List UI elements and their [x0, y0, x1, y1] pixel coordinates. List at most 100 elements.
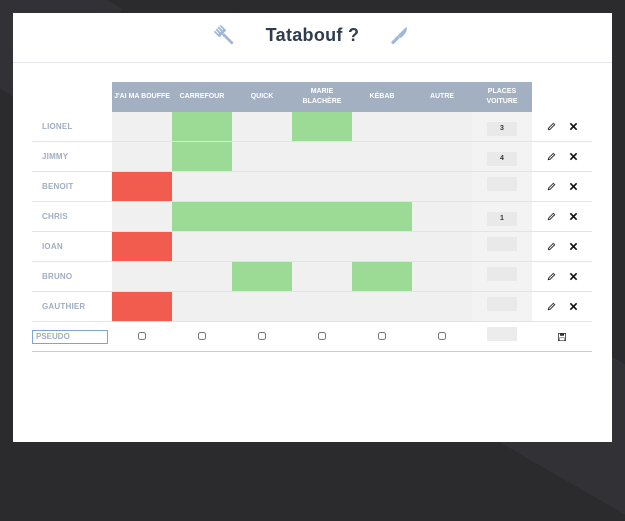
cell-marie-blachere[interactable]	[292, 201, 352, 232]
cell-carrefour[interactable]	[172, 261, 232, 292]
table-row: JIMMY 4	[32, 141, 592, 172]
pencil-icon[interactable]	[547, 302, 556, 311]
pencil-icon[interactable]	[547, 212, 556, 221]
cell-own-food[interactable]	[112, 112, 172, 142]
cell-autre[interactable]	[412, 171, 472, 202]
cell-own-food[interactable]	[112, 201, 172, 232]
places-cell	[472, 291, 532, 322]
pencil-icon[interactable]	[547, 272, 556, 281]
places-cell: 1	[472, 201, 532, 232]
close-icon[interactable]	[569, 212, 578, 221]
close-icon[interactable]	[569, 122, 578, 131]
new-entry-row	[32, 321, 592, 352]
cell-kebab[interactable]	[352, 261, 412, 292]
row-actions	[532, 212, 592, 221]
cell-quick[interactable]	[232, 201, 292, 232]
header-row: J'AI MA BOUFFE CARREFOUR QUICK MARIE BLA…	[32, 82, 592, 112]
cell-marie-blachere[interactable]	[292, 261, 352, 292]
cell-quick[interactable]	[232, 112, 292, 142]
row-name: BRUNO	[32, 261, 112, 292]
food-table: J'AI MA BOUFFE CARREFOUR QUICK MARIE BLA…	[32, 82, 592, 352]
row-actions	[532, 302, 592, 311]
actions-cell	[532, 112, 592, 142]
table-row: BRUNO	[32, 261, 592, 292]
row-actions	[532, 122, 592, 131]
checkbox-carrefour[interactable]	[198, 332, 206, 341]
places-cell: 4	[472, 141, 532, 172]
cell-carrefour[interactable]	[172, 201, 232, 232]
places-input[interactable]	[487, 327, 517, 341]
cell-own-food[interactable]	[112, 291, 172, 322]
cell-marie-blachere[interactable]	[292, 171, 352, 202]
cell-own-food[interactable]	[112, 141, 172, 172]
cell-kebab[interactable]	[352, 112, 412, 142]
row-actions	[532, 152, 592, 161]
checkbox-own-food[interactable]	[138, 332, 146, 341]
cell-marie-blachere[interactable]	[292, 141, 352, 172]
cell-autre[interactable]	[412, 112, 472, 142]
close-icon[interactable]	[569, 272, 578, 281]
cell-marie-blachere[interactable]	[292, 231, 352, 262]
checkbox-autre[interactable]	[438, 332, 446, 341]
col-header-quick: QUICK	[232, 82, 292, 112]
cell-own-food[interactable]	[112, 231, 172, 262]
checkbox-kebab[interactable]	[378, 332, 386, 341]
actions-cell	[532, 261, 592, 292]
pencil-icon[interactable]	[547, 242, 556, 251]
close-icon[interactable]	[569, 152, 578, 161]
actions-cell	[532, 201, 592, 232]
cell-carrefour[interactable]	[172, 171, 232, 202]
cell-kebab[interactable]	[352, 291, 412, 322]
cell-marie-blachere[interactable]	[292, 112, 352, 142]
pencil-icon[interactable]	[547, 152, 556, 161]
header-actions-blank	[532, 82, 592, 112]
places-cell	[472, 171, 532, 202]
cell-autre[interactable]	[412, 291, 472, 322]
cell-autre[interactable]	[412, 141, 472, 172]
cell-kebab[interactable]	[352, 141, 412, 172]
cell-carrefour[interactable]	[172, 112, 232, 142]
close-icon[interactable]	[569, 182, 578, 191]
cell-quick[interactable]	[232, 261, 292, 292]
cell-carrefour[interactable]	[172, 231, 232, 262]
cell-kebab[interactable]	[352, 171, 412, 202]
cell-kebab[interactable]	[352, 201, 412, 232]
pencil-icon[interactable]	[547, 122, 556, 131]
cell-own-food[interactable]	[112, 261, 172, 292]
cell-autre[interactable]	[412, 201, 472, 232]
table-row: LIONEL 3	[32, 112, 592, 142]
cell-carrefour[interactable]	[172, 291, 232, 322]
row-name: CHRIS	[32, 201, 112, 232]
cell-autre[interactable]	[412, 231, 472, 262]
checkbox-quick[interactable]	[258, 332, 266, 341]
places-cell	[472, 231, 532, 262]
cell-autre[interactable]	[412, 261, 472, 292]
cell-own-food[interactable]	[112, 171, 172, 202]
cell-carrefour[interactable]	[172, 141, 232, 172]
cell-quick[interactable]	[232, 141, 292, 172]
cell-quick[interactable]	[232, 231, 292, 262]
table-row: IOAN	[32, 231, 592, 262]
places-cell	[472, 261, 532, 292]
table-row: BENOIT	[32, 171, 592, 202]
col-header-autre: AUTRE	[412, 82, 472, 112]
cell-marie-blachere[interactable]	[292, 291, 352, 322]
pencil-icon[interactable]	[547, 182, 556, 191]
places-value: 1	[487, 212, 517, 226]
places-value	[487, 177, 517, 191]
actions-cell	[532, 141, 592, 172]
actions-cell	[532, 231, 592, 262]
pseudo-input[interactable]	[32, 329, 108, 344]
save-icon[interactable]	[558, 332, 566, 341]
col-header-marie-blachere: MARIE BLACHÈRE	[292, 82, 352, 112]
actions-cell	[532, 291, 592, 322]
close-icon[interactable]	[569, 302, 578, 311]
col-header-kebab: KÉBAB	[352, 82, 412, 112]
cell-quick[interactable]	[232, 291, 292, 322]
cell-kebab[interactable]	[352, 231, 412, 262]
cell-quick[interactable]	[232, 171, 292, 202]
checkbox-marie-blachere[interactable]	[318, 332, 326, 341]
close-icon[interactable]	[569, 242, 578, 251]
row-name: IOAN	[32, 231, 112, 262]
page-title: Tatabouf ?	[265, 25, 360, 45]
